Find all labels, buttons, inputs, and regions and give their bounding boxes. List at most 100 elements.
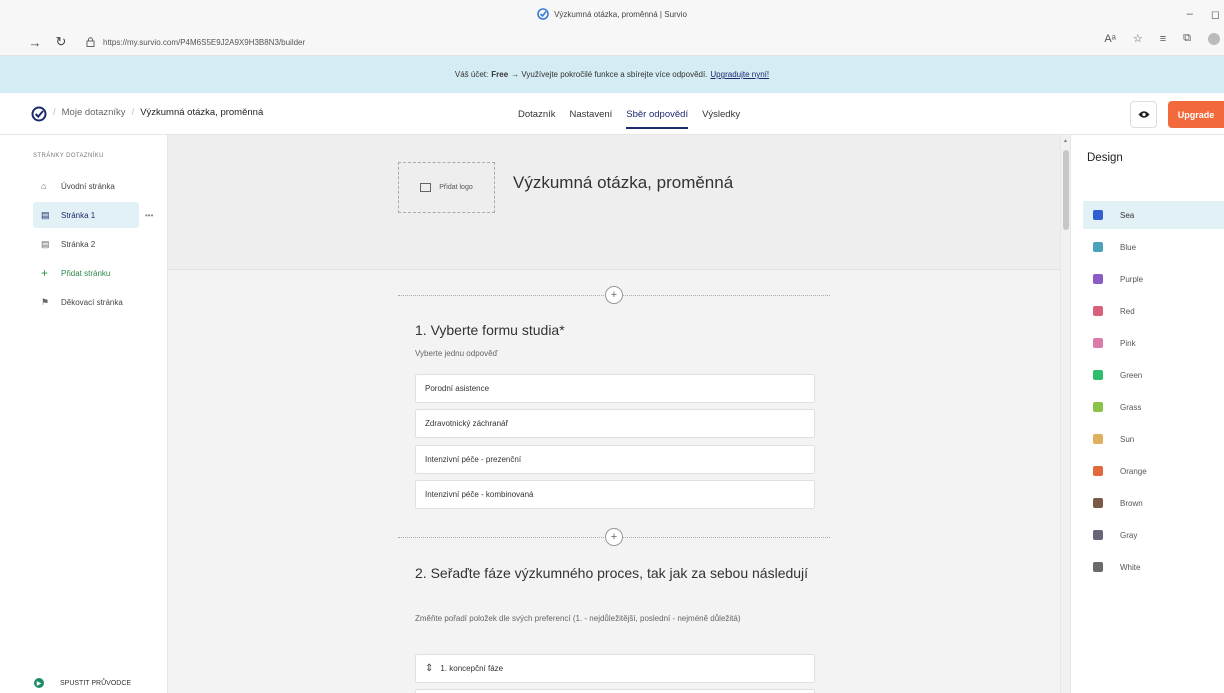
theme-option-brown[interactable]: Brown — [1083, 489, 1224, 517]
canvas-scrollbar[interactable]: ▲ — [1060, 135, 1070, 693]
profile-avatar[interactable] — [1208, 32, 1220, 45]
sidebar-item-label: Stránka 1 — [61, 210, 96, 220]
survio-logo-icon — [537, 8, 549, 20]
preview-button[interactable] — [1130, 101, 1157, 128]
color-swatch — [1093, 242, 1103, 252]
question-title[interactable]: 1. Vyberte formu studia* — [415, 320, 835, 340]
answer-option[interactable]: Zdravotnický záchranář — [415, 409, 815, 438]
theme-label: Blue — [1120, 242, 1137, 252]
sidebar-item-page-2[interactable]: ▤ Stránka 2 — [33, 231, 139, 257]
upgrade-button[interactable]: Upgrade — [1168, 101, 1224, 128]
reload-icon[interactable]: ↻ — [48, 34, 74, 50]
survey-canvas: Přidat logo Výzkumná otázka, proměnná + … — [168, 135, 1060, 693]
browser-chrome: Výzkumná otázka, proměnná | Survio – ◻ →… — [0, 0, 1224, 56]
breadcrumb: / Moje dotazníky / Výzkumná otázka, prom… — [53, 107, 264, 118]
start-guide-button[interactable]: ▶ SPUSTIT PRŮVODCE — [34, 678, 131, 688]
pages-sidebar: STRÁNKY DOTAZNÍKU ⌂ Úvodní stránka ▤ Str… — [0, 135, 168, 693]
theme-option-grass[interactable]: Grass — [1083, 393, 1224, 421]
design-title: Design — [1087, 152, 1123, 164]
tab-settings[interactable]: Nastavení — [570, 93, 613, 135]
theme-label: Pink — [1120, 338, 1136, 348]
ranking-option[interactable] — [415, 689, 815, 693]
more-options-icon[interactable]: ••• — [145, 211, 153, 220]
survey-header: Přidat logo Výzkumná otázka, proměnná — [168, 135, 1060, 270]
theme-option-pink[interactable]: Pink — [1083, 329, 1224, 357]
answer-option[interactable]: Intenzivní péče - kombinovaná — [415, 480, 815, 509]
theme-label: Grass — [1120, 402, 1142, 412]
add-logo-button[interactable]: Přidat logo — [398, 162, 495, 213]
favorite-star-icon[interactable]: ☆ — [1133, 32, 1143, 45]
answer-option[interactable]: Intenzivní péče - prezenční — [415, 445, 815, 474]
theme-label: Red — [1120, 306, 1135, 316]
lock-icon — [86, 37, 95, 47]
theme-option-gray[interactable]: Gray — [1083, 521, 1224, 549]
theme-option-orange[interactable]: Orange — [1083, 457, 1224, 485]
theme-label: Sun — [1120, 434, 1135, 444]
theme-label: Sea — [1120, 210, 1135, 220]
color-swatch — [1093, 402, 1103, 412]
question-hint: Vyberte jednu odpověď — [415, 349, 498, 358]
color-swatch — [1093, 562, 1103, 572]
sidebar-item-thank-you-page[interactable]: ⚑ Děkovací stránka — [33, 289, 139, 315]
add-page-button[interactable]: + Přidat stránku — [33, 260, 139, 286]
theme-label: Orange — [1120, 466, 1147, 476]
tab-collect-responses[interactable]: Sběr odpovědí — [626, 93, 688, 135]
breadcrumb-my-surveys[interactable]: Moje dotazníky — [62, 107, 126, 118]
sort-handle-icon[interactable]: ⇕ — [425, 663, 433, 674]
color-swatch — [1093, 210, 1103, 220]
theme-option-blue[interactable]: Blue — [1083, 233, 1224, 261]
question-hint: Změňte pořadí položek dle svých preferen… — [415, 614, 741, 623]
back-arrow-icon[interactable]: → — [22, 35, 48, 50]
favorites-list-icon[interactable]: ≡ — [1160, 33, 1166, 45]
sidebar-item-page-1[interactable]: ▤ Stránka 1 — [33, 202, 139, 228]
address-bar[interactable]: https://my.survio.com/P4M6S5E9J2A9X9H3B8… — [86, 37, 305, 47]
flag-icon: ⚑ — [41, 296, 50, 307]
theme-option-purple[interactable]: Purple — [1083, 265, 1224, 293]
color-swatch — [1093, 466, 1103, 476]
sidebar-item-label: Děkovací stránka — [61, 297, 123, 307]
theme-option-red[interactable]: Red — [1083, 297, 1224, 325]
scroll-thumb[interactable] — [1063, 150, 1069, 230]
banner-prefix: Váš účet: — [454, 70, 489, 79]
tab-results[interactable]: Výsledky — [702, 93, 740, 135]
theme-label: Green — [1120, 370, 1143, 380]
url-text: https://my.survio.com/P4M6S5E9J2A9X9H3B8… — [103, 37, 306, 47]
window-title-text: Výzkumná otázka, proměnná | Survio — [554, 9, 687, 19]
collections-icon[interactable]: ⧉ — [1183, 32, 1191, 45]
sidebar-item-label: Stránka 2 — [61, 239, 96, 249]
insert-question-button[interactable]: + — [605, 528, 623, 546]
theme-label: White — [1120, 562, 1141, 572]
theme-label: Purple — [1120, 274, 1144, 284]
color-swatch — [1093, 370, 1103, 380]
theme-option-sun[interactable]: Sun — [1083, 425, 1224, 453]
minimize-button[interactable]: – — [1187, 8, 1193, 21]
window-controls: – ◻ — [1187, 8, 1220, 21]
color-swatch — [1093, 274, 1103, 284]
banner-message: → Využívejte pokročilé funkce a sbírejte… — [511, 70, 708, 79]
app-header: / Moje dotazníky / Výzkumná otázka, prom… — [0, 93, 1224, 135]
color-swatch — [1093, 498, 1103, 508]
scroll-up-icon[interactable]: ▲ — [1063, 138, 1068, 144]
guide-label: SPUSTIT PRŮVODCE — [60, 679, 132, 687]
theme-option-green[interactable]: Green — [1083, 361, 1224, 389]
survey-title[interactable]: Výzkumná otázka, proměnná — [513, 173, 733, 193]
plus-icon: + — [41, 266, 49, 280]
survio-brand-icon[interactable] — [31, 106, 47, 122]
theme-option-white[interactable]: White — [1083, 553, 1224, 581]
banner-plan: Free — [491, 70, 509, 79]
theme-option-sea[interactable]: Sea — [1083, 201, 1224, 229]
color-swatch — [1093, 530, 1103, 540]
insert-question-button[interactable]: + — [605, 286, 623, 304]
ranking-option-label: 1. koncepční fáze — [440, 664, 504, 673]
sidebar-item-intro-page[interactable]: ⌂ Úvodní stránka — [33, 173, 139, 199]
address-row: → ↻ https://my.survio.com/P4M6S5E9J2A9X9… — [0, 29, 1224, 55]
read-aloud-icon[interactable]: Aᵃ — [1104, 33, 1115, 45]
home-icon: ⌂ — [41, 181, 47, 191]
banner-upgrade-link[interactable]: Upgradujte nyní! — [710, 70, 769, 79]
add-logo-label: Přidat logo — [439, 184, 473, 191]
answer-option[interactable]: Porodní asistence — [415, 374, 815, 403]
question-title[interactable]: 2. Seřaďte fáze výzkumného proces, tak j… — [415, 563, 835, 583]
maximize-button[interactable]: ◻ — [1211, 8, 1220, 21]
ranking-option[interactable]: ⇕ 1. koncepční fáze — [415, 654, 815, 683]
tab-questionnaire[interactable]: Dotazník — [518, 93, 556, 135]
